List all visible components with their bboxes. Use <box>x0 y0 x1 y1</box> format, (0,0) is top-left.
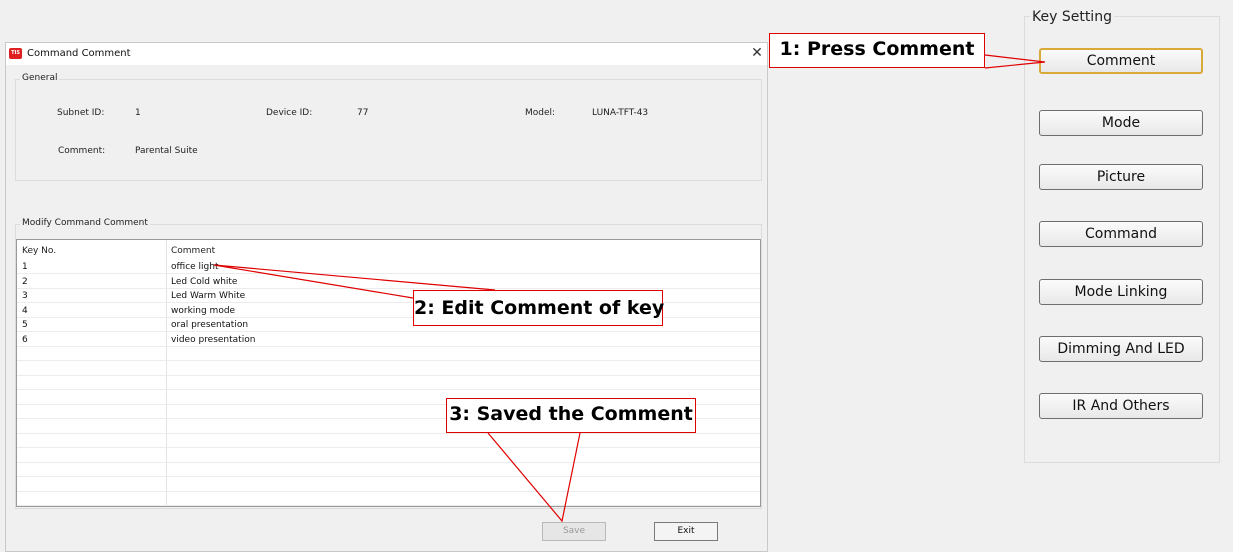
arrow-step1 <box>984 54 1046 69</box>
annotation-step3: 3: Saved the Comment <box>446 398 696 433</box>
arrow-step3 <box>487 432 581 523</box>
annotation-arrows <box>213 54 1046 523</box>
annotation-step2: 2: Edit Comment of key <box>413 290 664 326</box>
annotation-step1: 1: Press Comment <box>769 33 985 68</box>
